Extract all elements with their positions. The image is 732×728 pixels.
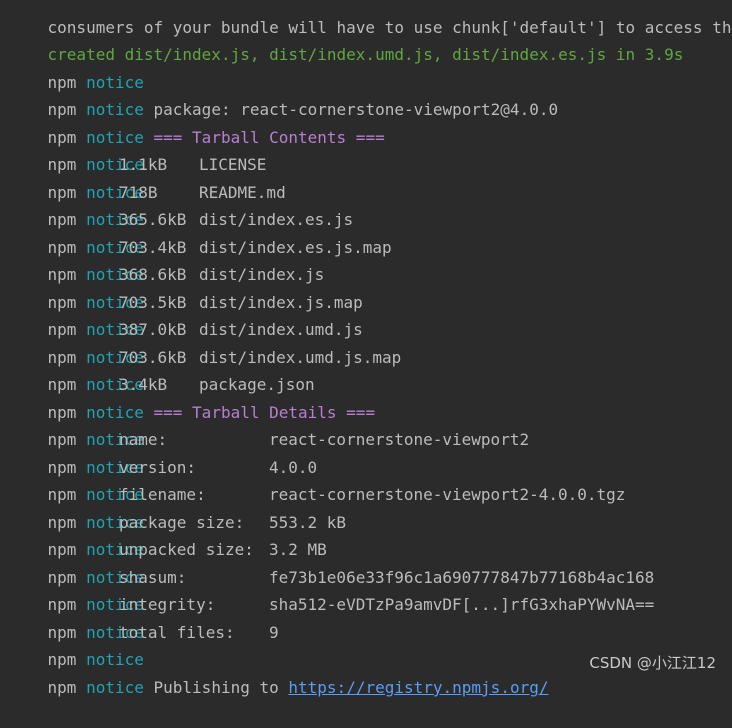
publishing-text: Publishing to bbox=[153, 678, 279, 697]
npm-notice-line: npm notice bbox=[9, 619, 144, 669]
tarball-content-row: npm notice 368.6kB dist/index.js bbox=[9, 234, 709, 284]
tarball-content-row: npm notice 365.6kB dist/index.es.js bbox=[9, 179, 709, 229]
created-line: created dist/index.js, dist/index.umd.js… bbox=[9, 14, 684, 64]
truncated-output-line: consumers of your bundle will have to us… bbox=[9, 0, 732, 37]
tarball-content-row: npm notice 1.1kB LICENSE bbox=[9, 124, 709, 174]
registry-link[interactable]: https://registry.npmjs.org/ bbox=[288, 678, 548, 697]
tarball-content-row: npm notice 718B README.md bbox=[9, 152, 709, 202]
tarball-content-row: npm notice 3.4kB package.json bbox=[9, 344, 709, 394]
tarball-detail-row: npm notice filename: react-cornerstone-vie… bbox=[9, 454, 729, 504]
created-time: 3.9s bbox=[644, 45, 684, 64]
npm-prefix: npm bbox=[47, 678, 77, 697]
created-in: in bbox=[615, 45, 636, 64]
tarball-detail-row: npm notice name: react-cornerstone-viewpor… bbox=[9, 399, 729, 449]
tarball-detail-row: npm notice unpacked size: 3.2 MB bbox=[9, 509, 729, 559]
notice-prefix: notice bbox=[86, 678, 144, 697]
tarball-detail-row: npm notice shasum: fe73b1e06e33f96c1a69077… bbox=[9, 537, 729, 587]
terminal-output: consumers of your bundle will have to us… bbox=[0, 0, 732, 697]
tarball-details-header-line: npm notice === Tarball Details === bbox=[9, 372, 376, 422]
tarball-detail-row: npm notice package size: 553.2 kB bbox=[9, 482, 729, 532]
tarball-contents-header-line: npm notice === Tarball Contents === bbox=[9, 97, 385, 147]
tarball-content-row: npm notice 703.4kB dist/index.es.js.map bbox=[9, 207, 709, 257]
publishing-line: npm notice Publishing to https://registr… bbox=[9, 647, 549, 697]
tarball-detail-row: npm notice integrity: sha512-eVDTzPa9amvDF… bbox=[9, 564, 729, 614]
csdn-watermark: CSDN @小江江12 bbox=[589, 654, 716, 672]
detail-value: 9 bbox=[269, 623, 279, 642]
tarball-content-row: npm notice 387.0kB dist/index.umd.js bbox=[9, 289, 709, 339]
tarball-detail-row: npm notice version: 4.0.0 bbox=[9, 427, 729, 477]
tarball-content-row: npm notice 703.6kB dist/index.umd.js.map bbox=[9, 317, 709, 367]
npm-notice-line: npm notice bbox=[9, 42, 144, 92]
created-files: dist/index.js, dist/index.umd.js, dist/i… bbox=[124, 45, 607, 64]
package-line: npm notice package: react-cornerstone-vi… bbox=[9, 69, 559, 119]
tarball-detail-row: npm notice total files: 9 bbox=[9, 592, 729, 642]
tarball-content-row: npm notice 703.5kB dist/index.js.map bbox=[9, 262, 709, 312]
